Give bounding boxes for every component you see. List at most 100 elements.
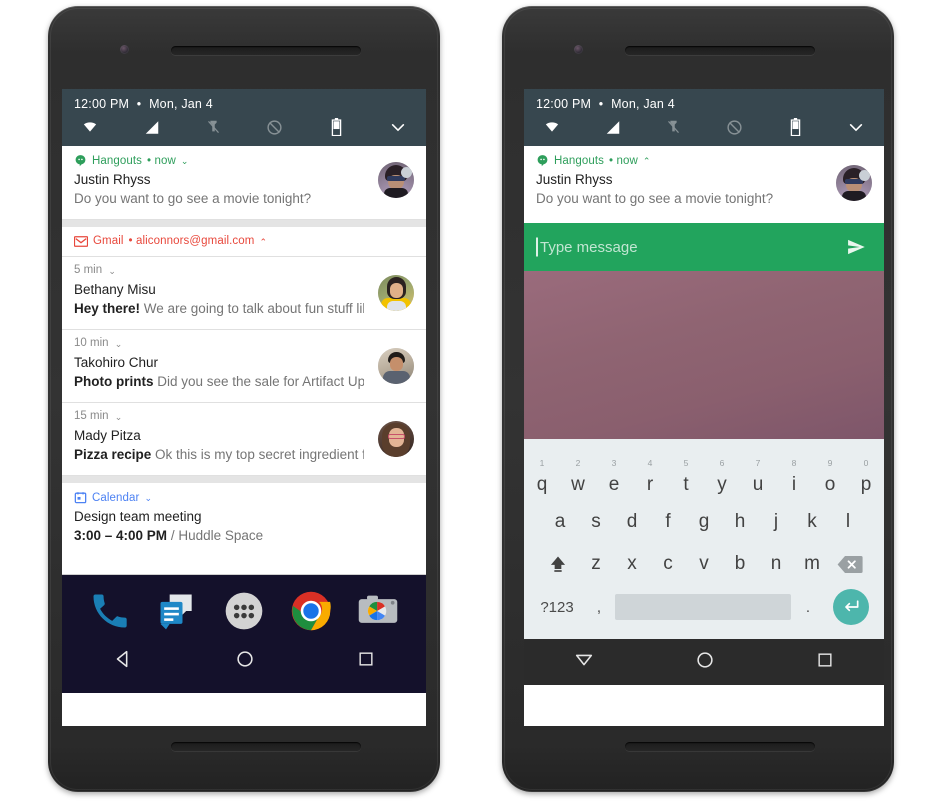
quick-settings-icons — [524, 111, 884, 146]
key-d[interactable]: d — [614, 501, 650, 543]
enter-key[interactable] — [825, 585, 877, 629]
chevron-down-icon[interactable]: ⌄ — [181, 157, 189, 166]
notification-hangouts-expanded[interactable]: Hangouts • now ⌃ Justin Rhyss Do you wan… — [524, 146, 884, 223]
hangouts-header[interactable]: Hangouts • now ⌄ — [62, 146, 426, 169]
gmail-item-time-row[interactable]: 5 min ⌄ — [62, 257, 426, 276]
symbols-key[interactable]: ?123 — [531, 585, 583, 629]
chevron-down-icon[interactable]: ⌄ — [144, 494, 152, 503]
backspace-icon[interactable] — [830, 543, 870, 585]
period-key[interactable]: . — [791, 585, 825, 629]
notification-gmail-item[interactable]: 5 min ⌄ Bethany Misu Hey there! We are g… — [62, 257, 426, 330]
dnd-off-icon[interactable] — [724, 118, 744, 136]
key-s[interactable]: s — [578, 501, 614, 543]
notification-gmail-item[interactable]: 10 min ⌄ Takohiro Chur Photo prints Did … — [62, 330, 426, 403]
camera-icon[interactable] — [356, 589, 400, 633]
key-l[interactable]: l — [830, 501, 866, 543]
cell-signal-icon[interactable] — [603, 118, 623, 136]
notification-hangouts[interactable]: Hangouts • now ⌄ Justin Rhyss Do you wan… — [62, 146, 426, 220]
key-b[interactable]: b — [722, 543, 758, 585]
gmail-account: • aliconnors@gmail.com — [128, 235, 255, 247]
reply-placeholder-wrap[interactable]: Type message — [536, 237, 844, 257]
app-drawer-icon[interactable] — [222, 589, 266, 633]
notification-calendar[interactable]: Calendar ⌄ Design team meeting 3:00 – 4:… — [62, 483, 426, 575]
status-separator: • — [136, 97, 142, 111]
home-circle-icon[interactable] — [694, 649, 716, 676]
key-k[interactable]: k — [794, 501, 830, 543]
flashlight-off-icon[interactable] — [664, 118, 684, 136]
key-g[interactable]: g — [686, 501, 722, 543]
recents-square-icon[interactable] — [815, 650, 835, 675]
status-time: 12:00 PM — [74, 97, 130, 111]
cell-signal-icon[interactable] — [142, 118, 162, 136]
keyboard-dismiss-triangle-icon[interactable] — [573, 649, 595, 676]
gmail-item-body: Takohiro Chur Photo prints Did you see t… — [62, 349, 426, 402]
gmail-item-preview: Photo prints Did you see the sale for Ar… — [74, 372, 364, 392]
key-x[interactable]: x — [614, 543, 650, 585]
gmail-header[interactable]: Gmail • aliconnors@gmail.com ⌃ — [62, 227, 426, 256]
key-n[interactable]: n — [758, 543, 794, 585]
chevron-up-icon[interactable]: ⌃ — [643, 157, 651, 166]
chevron-down-icon[interactable]: ⌄ — [112, 339, 123, 349]
hangouts-meta: • now — [147, 154, 176, 167]
key-c[interactable]: c — [650, 543, 686, 585]
key-i[interactable]: 8i — [776, 458, 812, 501]
chevron-down-icon[interactable]: ⌄ — [105, 266, 116, 276]
key-t[interactable]: 5t — [668, 458, 704, 501]
back-triangle-icon[interactable] — [112, 648, 134, 675]
home-circle-icon[interactable] — [234, 648, 256, 675]
key-q[interactable]: 1q — [524, 458, 560, 501]
notification-gmail-group[interactable]: Gmail • aliconnors@gmail.com ⌃ — [62, 227, 426, 257]
messages-icon[interactable] — [155, 589, 199, 633]
chevron-down-icon[interactable] — [846, 118, 866, 136]
hangouts-body: Justin Rhyss Do you want to go see a mov… — [62, 169, 426, 219]
dnd-off-icon[interactable] — [265, 118, 285, 136]
key-z[interactable]: z — [578, 543, 614, 585]
phone-icon[interactable] — [88, 589, 132, 633]
calendar-header[interactable]: Calendar ⌄ — [62, 483, 426, 506]
bottom-speaker — [625, 742, 815, 751]
wifi-icon[interactable] — [542, 118, 562, 136]
keyboard: 1q 2w 3e 4r 5t 6y 7u 8i 9o 0p a s d f g — [524, 439, 884, 639]
key-v[interactable]: v — [686, 543, 722, 585]
chevron-down-icon[interactable]: ⌄ — [112, 412, 123, 422]
key-u[interactable]: 7u — [740, 458, 776, 501]
chrome-icon[interactable] — [289, 589, 333, 633]
shade-gap — [62, 220, 426, 227]
quick-settings-icons — [62, 111, 426, 146]
gmail-item-time-row[interactable]: 15 min ⌄ — [62, 403, 426, 422]
flashlight-off-icon[interactable] — [203, 118, 223, 136]
key-y[interactable]: 6y — [704, 458, 740, 501]
send-icon[interactable] — [844, 237, 868, 257]
chevron-down-icon[interactable] — [388, 118, 408, 136]
spacebar-key[interactable] — [615, 594, 791, 620]
chevron-up-icon[interactable]: ⌃ — [259, 237, 267, 247]
notification-gmail-item[interactable]: 15 min ⌄ Mady Pitza Pizza recipe Ok this… — [62, 403, 426, 476]
key-letter: o — [824, 473, 836, 495]
recents-square-icon[interactable] — [356, 649, 376, 674]
key-j[interactable]: j — [758, 501, 794, 543]
hangouts-header[interactable]: Hangouts • now ⌃ — [524, 146, 884, 169]
key-a[interactable]: a — [542, 501, 578, 543]
gmail-item-subject: Hey there! — [74, 301, 141, 316]
key-r[interactable]: 4r — [632, 458, 668, 501]
front-camera-icon — [120, 45, 129, 54]
calendar-body: Design team meeting 3:00 – 4:00 PM / Hud… — [62, 506, 426, 556]
key-f[interactable]: f — [650, 501, 686, 543]
key-h[interactable]: h — [722, 501, 758, 543]
key-num: 0 — [863, 458, 869, 468]
avatar — [378, 162, 414, 198]
key-p[interactable]: 0p — [848, 458, 884, 501]
key-e[interactable]: 3e — [596, 458, 632, 501]
shift-icon[interactable] — [538, 543, 578, 585]
key-m[interactable]: m — [794, 543, 830, 585]
key-o[interactable]: 9o — [812, 458, 848, 501]
gmail-item-time-row[interactable]: 10 min ⌄ — [62, 330, 426, 349]
key-num: 6 — [719, 458, 725, 468]
comma-key[interactable]: , — [583, 585, 615, 629]
battery-icon[interactable] — [785, 118, 805, 136]
navigation-bar — [62, 639, 426, 683]
key-w[interactable]: 2w — [560, 458, 596, 501]
battery-icon[interactable] — [326, 118, 346, 136]
inline-reply-field[interactable]: Type message — [524, 223, 884, 271]
wifi-icon[interactable] — [80, 118, 100, 136]
